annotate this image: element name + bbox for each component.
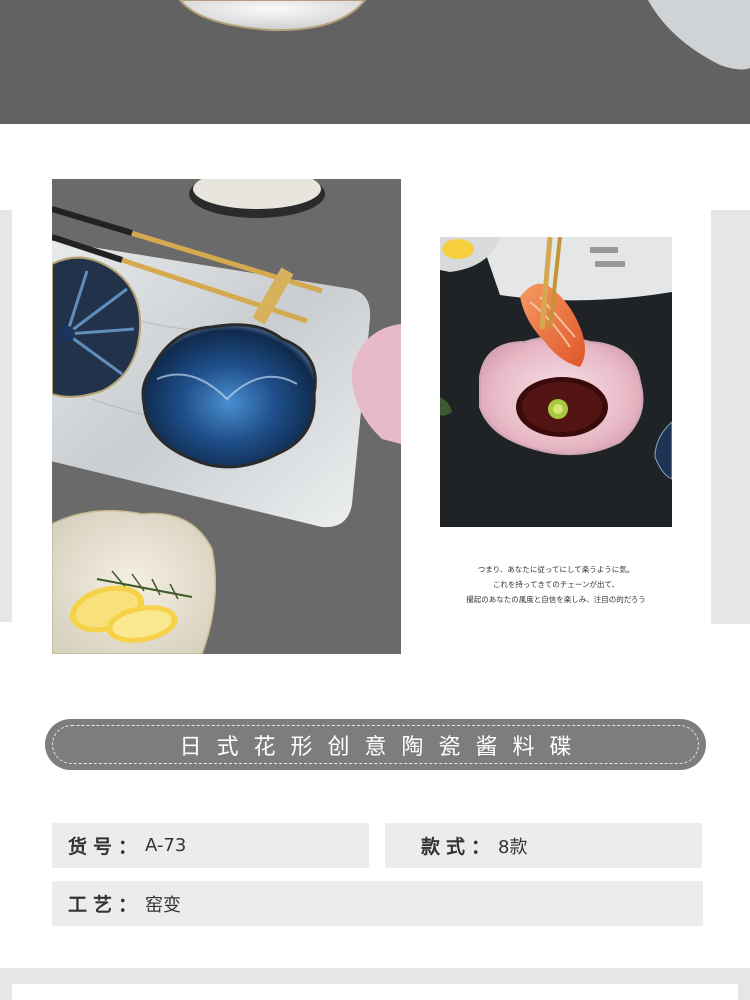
japanese-caption: つまり、あなたに従ってにして楽うように気。 これを持ってきてのチェーンが出て、 … xyxy=(440,562,672,607)
top-product-photo xyxy=(0,0,750,124)
spec-craft-label: 工艺： xyxy=(68,894,144,916)
spec-style: 款式： 8款 xyxy=(385,823,702,868)
spec-item-no-label: 货号： xyxy=(68,836,144,858)
spec-item-no: 货号： A-73 xyxy=(52,823,369,868)
product-title: 日式花形创意陶瓷酱料碟 xyxy=(179,734,587,760)
spec-style-value: 8款 xyxy=(498,836,528,858)
caption-line: つまり、あなたに従ってにして楽うように気。 xyxy=(477,565,635,574)
blue-dishes-image xyxy=(52,179,401,654)
bottom-decor-frame xyxy=(0,968,750,1000)
bottom-frame-inner xyxy=(12,984,738,1000)
spec-craft-value: 窑变 xyxy=(145,894,182,916)
title-dashed-frame: 日式花形创意陶瓷酱料碟 xyxy=(52,725,699,764)
left-decor-bar xyxy=(0,210,12,622)
top-photo-image xyxy=(0,0,750,124)
spec-style-label: 款式： xyxy=(421,836,497,858)
caption-line: これを持ってきてのチェーンが出て、 xyxy=(492,580,620,589)
caption-line: 撮起のあなたの風度と自信を楽しみ、注目の的だろう xyxy=(466,595,646,604)
spec-craft: 工艺： 窑变 xyxy=(52,881,703,926)
spec-item-no-value: A-73 xyxy=(145,835,187,856)
right-decor-bar xyxy=(711,210,750,624)
product-title-banner: 日式花形创意陶瓷酱料碟 xyxy=(45,719,706,770)
pink-dish-image xyxy=(440,237,672,527)
product-photo-pink-dish xyxy=(440,237,672,527)
product-photo-blue-dishes xyxy=(52,179,401,654)
